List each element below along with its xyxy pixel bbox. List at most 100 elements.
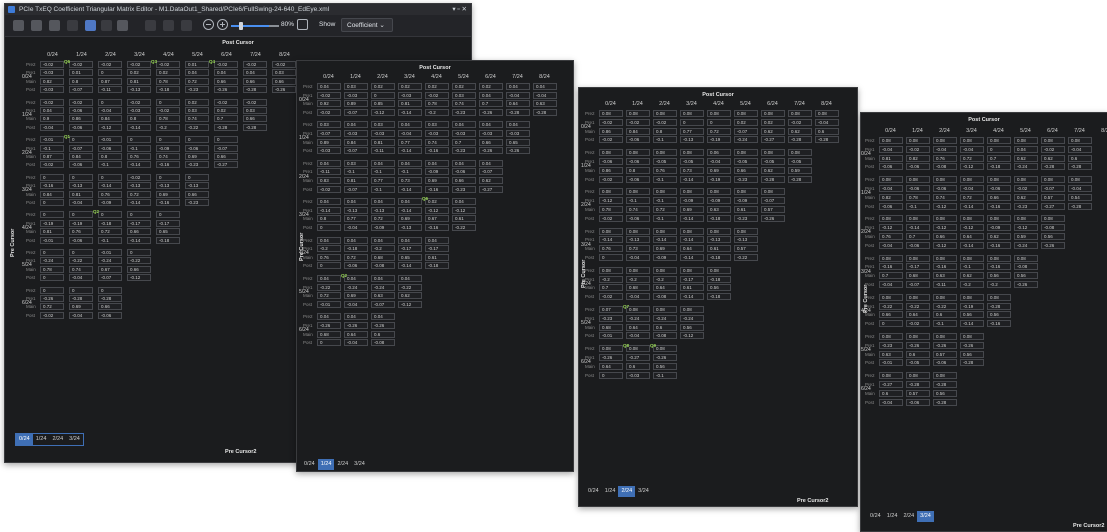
coefficient-cell[interactable]: -0.23	[879, 341, 903, 349]
coefficient-cell[interactable]: -0.1	[626, 197, 650, 205]
coefficient-cell[interactable]: -0.14	[398, 206, 422, 214]
coefficient-cell[interactable]: 0.08	[626, 188, 650, 196]
tool-icon[interactable]	[181, 20, 192, 31]
coefficient-cell[interactable]: 0.56	[987, 311, 1011, 319]
coefficient-cell[interactable]: 0.8	[317, 215, 341, 223]
coefficient-cell[interactable]: -0.28	[815, 136, 839, 144]
coefficient-cell[interactable]: -0.02	[599, 214, 623, 222]
coefficient-cell[interactable]: 0.02	[452, 83, 476, 90]
coefficient-cell[interactable]: 0.85	[371, 100, 395, 108]
coefficient-cell[interactable]: 0.66	[243, 115, 267, 123]
coefficient-cell[interactable]: -0.03	[452, 130, 476, 137]
coefficient-cell[interactable]: 0.7	[452, 138, 476, 146]
coefficient-cell[interactable]: 0.04	[317, 275, 341, 282]
coefficient-cell[interactable]: 0	[40, 173, 64, 181]
coefficient-cell[interactable]: 0.66	[98, 303, 122, 311]
tab-0-24[interactable]: 0/24	[867, 511, 884, 522]
coefficient-cell[interactable]: 0.63	[371, 292, 395, 300]
coefficient-cell[interactable]: -0.02	[69, 61, 93, 68]
coefficient-cell[interactable]: -0.07	[734, 127, 758, 135]
coefficient-cell[interactable]: 0.08	[626, 266, 650, 274]
coefficient-cell[interactable]: 0.89	[317, 138, 341, 146]
coefficient-cell[interactable]: 0.77	[680, 127, 704, 135]
coefficient-cell[interactable]: 0.08	[906, 137, 930, 144]
coefficient-cell[interactable]: -0.06	[879, 202, 903, 210]
coefficient-cell[interactable]: 0	[707, 118, 731, 126]
coefficient-cell[interactable]: 0.84	[69, 153, 93, 160]
coefficient-cell[interactable]: 0.76	[317, 253, 341, 261]
coefficient-cell[interactable]: -0.09	[987, 224, 1011, 232]
coefficient-cell[interactable]: 0.6	[815, 127, 839, 135]
coefficient-cell[interactable]: -0.16	[879, 263, 903, 271]
coefficient-cell[interactable]: -0.02	[1014, 185, 1038, 192]
coefficient-cell[interactable]: 0.08	[1041, 215, 1065, 223]
coefficient-cell[interactable]: 0.61	[734, 206, 758, 213]
coefficient-cell[interactable]: -0.18	[156, 86, 180, 94]
coefficient-cell[interactable]: -0.12	[680, 332, 704, 340]
coefficient-cell[interactable]: -0.03	[344, 91, 368, 99]
coefficient-cell[interactable]: -0.17	[906, 263, 930, 271]
coefficient-cell[interactable]: 0.04	[344, 313, 368, 321]
coefficient-cell[interactable]: 0.04	[371, 313, 395, 321]
coefficient-cell[interactable]: -0.04	[506, 91, 530, 99]
coefficient-cell[interactable]: 0.74	[425, 138, 449, 146]
coefficient-cell[interactable]: 0.56	[960, 350, 984, 358]
coefficient-cell[interactable]: -0.26	[1041, 241, 1065, 249]
coefficient-cell[interactable]: 0.08	[906, 215, 930, 223]
coefficient-cell[interactable]: 0.08	[879, 372, 903, 380]
show-dropdown[interactable]: Coefficient ⌄	[341, 18, 393, 32]
coefficient-cell[interactable]: 0	[371, 91, 395, 99]
coefficient-cell[interactable]: -0.02	[906, 320, 930, 328]
coefficient-cell[interactable]: -0.07	[344, 147, 368, 155]
coefficient-cell[interactable]: -0.07	[1041, 185, 1065, 192]
coefficient-cell[interactable]: 0.08	[734, 149, 758, 157]
coefficient-cell[interactable]: -0.12	[599, 197, 623, 205]
coefficient-cell[interactable]: 0.08	[761, 110, 785, 117]
coefficient-cell[interactable]: -0.06	[879, 163, 903, 171]
coefficient-cell[interactable]: 0.08	[599, 266, 623, 274]
coefficient-cell[interactable]: 0.66	[243, 77, 267, 85]
coefficient-cell[interactable]: -0.06	[626, 158, 650, 165]
coefficient-cell[interactable]: -0.27	[626, 354, 650, 361]
coefficient-cell[interactable]: 0.08	[933, 215, 957, 223]
coefficient-cell[interactable]: -0.03	[398, 91, 422, 99]
coefficient-cell[interactable]: 0.84	[40, 190, 64, 198]
coefficient-cell[interactable]: -0.22	[452, 224, 476, 231]
coefficient-cell[interactable]: 0.08	[653, 110, 677, 117]
coefficient-cell[interactable]: 0.56	[707, 284, 731, 292]
coefficient-cell[interactable]: 0.72	[344, 253, 368, 261]
coefficient-cell[interactable]: 0.08	[933, 372, 957, 380]
coefficient-cell[interactable]: 0.08	[626, 149, 650, 157]
coefficient-cell[interactable]: 0.08	[788, 110, 812, 117]
coefficient-cell[interactable]: -0.04	[533, 91, 557, 99]
coefficient-cell[interactable]: 0.6	[879, 389, 903, 397]
coefficient-cell[interactable]: -0.2	[371, 245, 395, 253]
coefficient-cell[interactable]: 0.04	[317, 83, 341, 90]
coefficient-cell[interactable]: 0.65	[506, 138, 530, 146]
coefficient-cell[interactable]: -0.23	[1014, 202, 1038, 210]
coefficient-cell[interactable]: -0.14	[680, 214, 704, 222]
coefficient-cell[interactable]: 0.73	[398, 177, 422, 184]
coefficient-cell[interactable]: -0.12	[127, 274, 151, 282]
coefficient-cell[interactable]: 0.81	[69, 190, 93, 198]
coefficient-cell[interactable]: 0.66	[214, 77, 238, 85]
coefficient-cell[interactable]: -0.19	[40, 219, 64, 227]
coefficient-cell[interactable]: 0.67	[98, 265, 122, 273]
coefficient-cell[interactable]: -0.01	[599, 332, 623, 340]
coefficient-cell[interactable]: 0.08	[987, 254, 1011, 262]
tab-1-24[interactable]: 1/24	[33, 434, 50, 445]
coefficient-cell[interactable]: 0.02	[425, 198, 449, 206]
coefficient-cell[interactable]: -0.27	[214, 161, 238, 169]
coefficient-cell[interactable]: 0.7	[214, 115, 238, 123]
coefficient-cell[interactable]: 0.04	[506, 83, 530, 90]
coefficient-cell[interactable]: 0	[69, 286, 93, 294]
coefficient-cell[interactable]: -0.2	[156, 123, 180, 131]
coefficient-cell[interactable]: 0.77	[344, 215, 368, 223]
coefficient-cell[interactable]: -0.06	[933, 185, 957, 192]
coefficient-cell[interactable]: 0.04	[398, 236, 422, 244]
coefficient-cell[interactable]: 0.02	[398, 83, 422, 90]
coefficient-cell[interactable]: 0.08	[707, 266, 731, 274]
coefficient-cell[interactable]: 0.56	[987, 272, 1011, 280]
coefficient-cell[interactable]: -0.18	[707, 275, 731, 283]
coefficient-cell[interactable]: 0.72	[707, 127, 731, 135]
